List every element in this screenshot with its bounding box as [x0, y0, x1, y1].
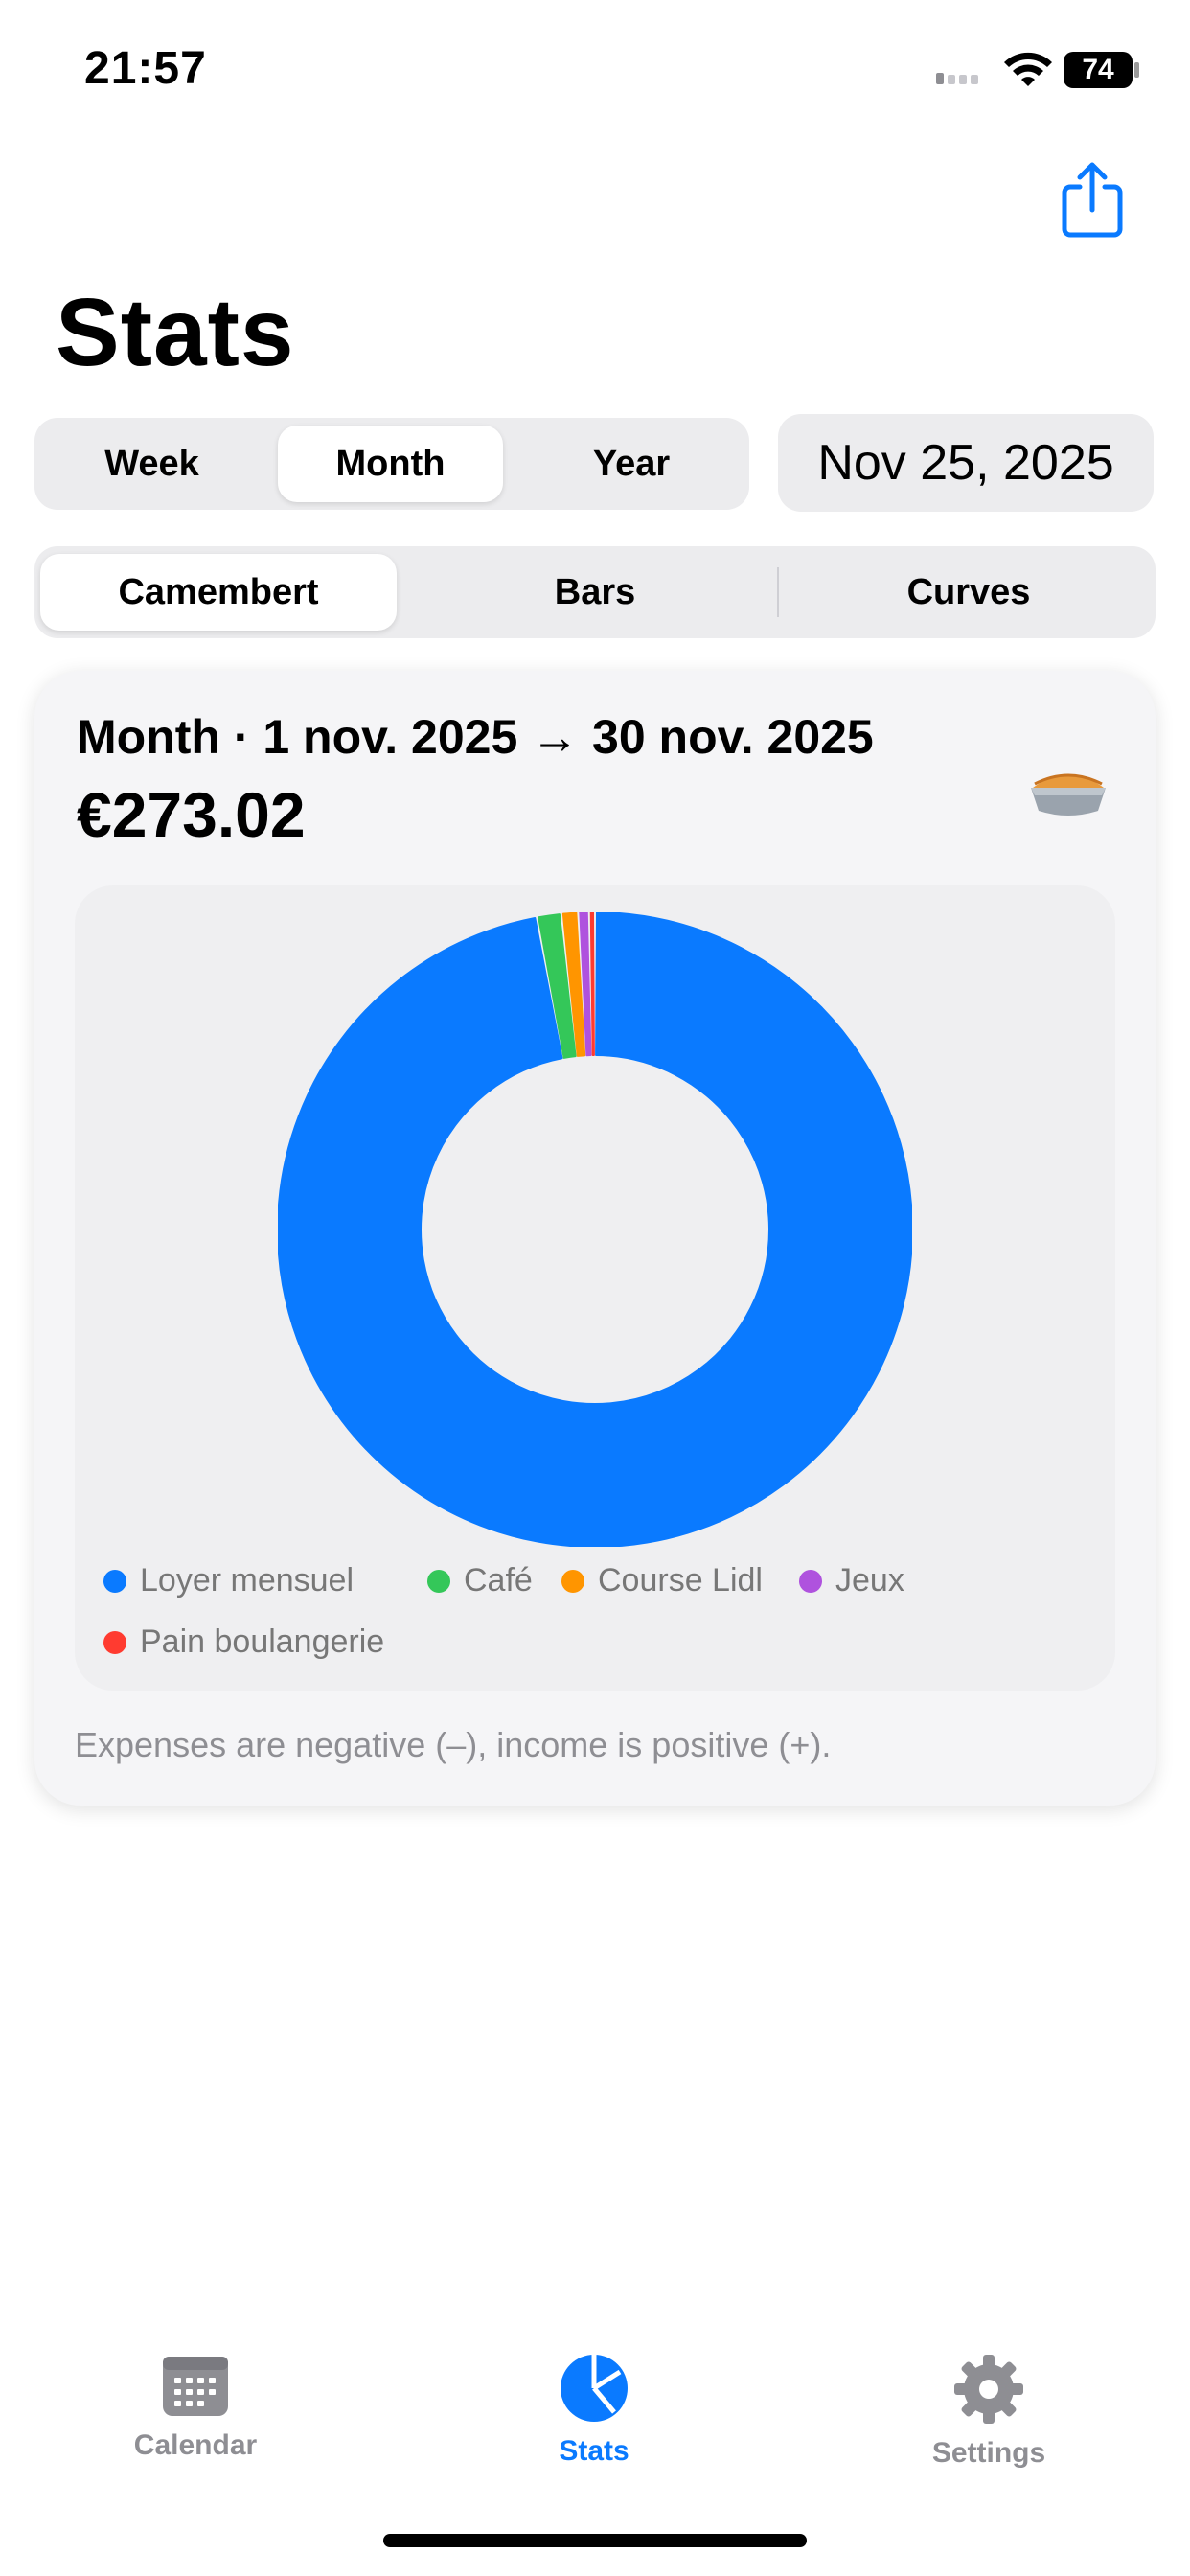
- donut-slice-pain-boulangerie: [589, 912, 595, 1057]
- legend-item-course: Course Lidl: [561, 1562, 763, 1599]
- legend-label: Café: [464, 1562, 533, 1598]
- tab-month[interactable]: Month: [278, 426, 503, 502]
- donut-chart: [278, 912, 912, 1547]
- tabbar-label: Calendar: [133, 2429, 258, 2461]
- tab-bars[interactable]: Bars: [408, 546, 782, 638]
- period-segmented-control: Week Month Year: [34, 418, 749, 510]
- pie-icon: [1025, 755, 1111, 822]
- share-button[interactable]: [1059, 158, 1126, 240]
- card-footnote: Expenses are negative (–), income is pos…: [75, 1725, 832, 1764]
- share-icon: [1062, 162, 1123, 238]
- battery-tip: [1134, 62, 1139, 78]
- legend-dot: [561, 1569, 584, 1593]
- legend-label: Course Lidl: [598, 1562, 763, 1598]
- tabbar-item-stats[interactable]: Stats: [469, 2353, 719, 2496]
- home-indicator: [383, 2534, 807, 2547]
- battery-icon: 74: [1064, 52, 1133, 88]
- legend-dot: [103, 1630, 126, 1654]
- legend-item-jeux: Jeux: [799, 1562, 904, 1599]
- legend-dot: [427, 1569, 450, 1593]
- wifi-icon: [1004, 52, 1052, 86]
- date-picker-button[interactable]: Nov 25, 2025: [778, 414, 1154, 512]
- battery-level: 74: [1082, 54, 1114, 85]
- tabbar-item-calendar[interactable]: Calendar: [71, 2353, 320, 2496]
- legend-label: Loyer mensuel: [140, 1562, 355, 1598]
- donut-slice-loyer-mensuel: [278, 912, 912, 1547]
- tab-camembert[interactable]: Camembert: [40, 554, 397, 631]
- chart-type-segmented-control: Camembert Bars Curves: [34, 546, 1156, 638]
- legend-dot: [799, 1569, 822, 1593]
- tab-week[interactable]: Week: [34, 418, 269, 510]
- pie-chart-icon: [561, 2355, 628, 2422]
- status-time: 21:57: [84, 43, 207, 94]
- card-total-amount: €273.02: [77, 779, 306, 850]
- calendar-icon: [163, 2357, 228, 2416]
- tab-year[interactable]: Year: [514, 418, 749, 510]
- tabbar-label: Stats: [559, 2435, 629, 2467]
- legend-item-loyer: Loyer mensuel: [103, 1562, 354, 1599]
- card-period-label: Month · 1 nov. 2025 → 30 nov. 2025: [77, 710, 874, 764]
- legend-label: Jeux: [835, 1562, 904, 1598]
- tabbar-label: Settings: [931, 2437, 1046, 2469]
- segment-divider: [777, 567, 779, 617]
- legend-label: Pain boulangerie: [140, 1623, 385, 1660]
- legend-item-pain: Pain boulangerie: [103, 1623, 384, 1661]
- legend-dot: [103, 1569, 126, 1593]
- page-title: Stats: [56, 279, 295, 386]
- legend-item-cafe: Café: [427, 1562, 533, 1599]
- tabbar-item-settings[interactable]: Settings: [864, 2353, 1113, 2496]
- gear-icon: [954, 2355, 1023, 2424]
- tab-curves[interactable]: Curves: [782, 546, 1156, 638]
